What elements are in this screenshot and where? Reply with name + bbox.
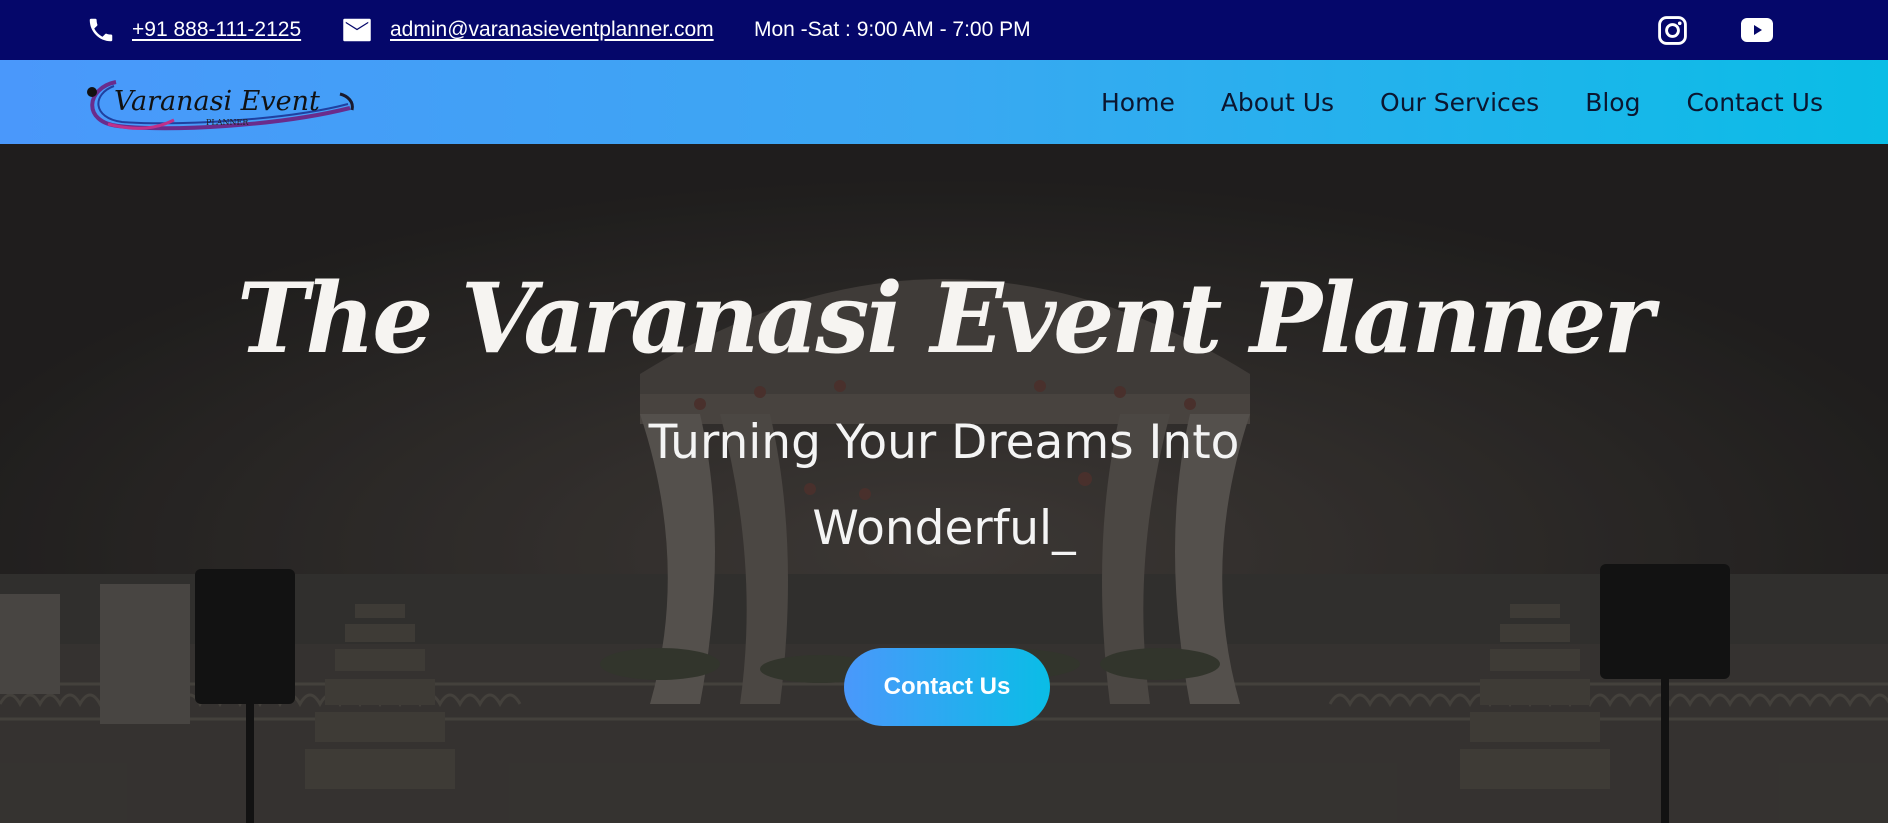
- nav-contact-us[interactable]: Contact Us: [1686, 88, 1823, 117]
- email-link[interactable]: admin@varanasieventplanner.com: [390, 18, 714, 42]
- contact-us-button[interactable]: Contact Us: [844, 648, 1050, 726]
- nav-home[interactable]: Home: [1101, 88, 1175, 117]
- hero-subtitle-line1: Turning Your Dreams Into: [648, 415, 1240, 470]
- nav-blog[interactable]: Blog: [1585, 88, 1640, 117]
- nav-our-services[interactable]: Our Services: [1380, 88, 1539, 117]
- nav-links: Home About Us Our Services Blog Contact …: [1055, 60, 1823, 144]
- instagram-link[interactable]: [1657, 0, 1688, 60]
- mail-icon: [342, 17, 372, 43]
- instagram-icon[interactable]: [1657, 15, 1688, 46]
- logo-text: Varanasi Event: [114, 86, 320, 117]
- phone-link[interactable]: +91 888-111-2125: [132, 18, 301, 42]
- phone-contact[interactable]: +91 888-111-2125: [86, 0, 301, 60]
- hero-title: The Varanasi Event Planner: [236, 262, 1654, 375]
- youtube-icon[interactable]: [1741, 18, 1773, 42]
- main-navbar: Varanasi Event PLANNER Home About Us Our…: [0, 60, 1888, 144]
- email-contact[interactable]: admin@varanasieventplanner.com: [342, 0, 714, 60]
- phone-icon: [86, 15, 116, 45]
- top-contact-bar: +91 888-111-2125 admin@varanasieventplan…: [0, 0, 1888, 60]
- business-hours: Mon -Sat : 9:00 AM - 7:00 PM: [754, 18, 1031, 41]
- youtube-link[interactable]: [1741, 0, 1773, 60]
- nav-about-us[interactable]: About Us: [1221, 88, 1334, 117]
- site-logo[interactable]: Varanasi Event PLANNER: [78, 70, 358, 136]
- logo-subtext: PLANNER: [206, 118, 249, 127]
- hero-subtitle-line2: Wonderful_: [812, 501, 1076, 556]
- hero-section: The Varanasi Event Planner Turning Your …: [0, 144, 1888, 823]
